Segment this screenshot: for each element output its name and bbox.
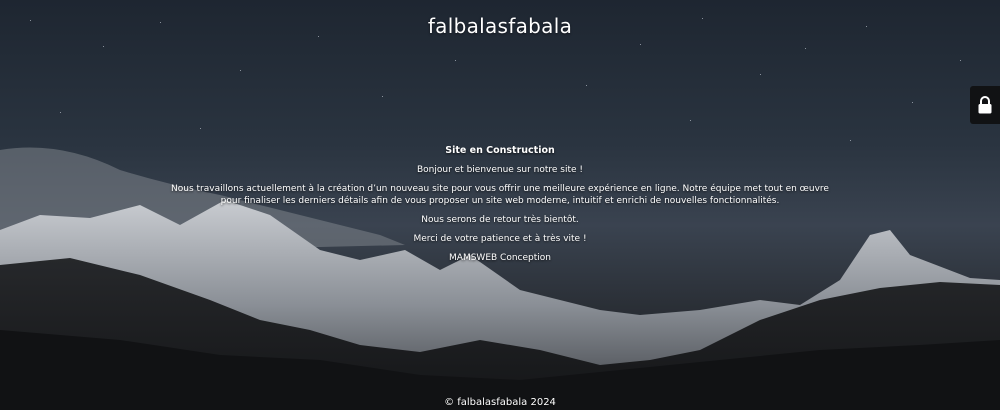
- return-notice: Nous serons de retour très bientôt.: [421, 215, 579, 225]
- signature-text: MAMSWEB Conception: [449, 253, 551, 263]
- description-paragraph: Nous travaillons actuellement à la créat…: [171, 184, 829, 206]
- footer-copyright: © falbalasfabala 2024: [444, 397, 556, 408]
- site-title: falbalasfabala: [427, 14, 573, 38]
- page-background: falbalasfabala Site en Construction Bonj…: [0, 0, 1000, 410]
- construction-message: Site en Construction Bonjour et bienvenu…: [0, 145, 1000, 271]
- login-lock-button[interactable]: [970, 86, 1000, 124]
- greeting-text: Bonjour et bienvenue sur notre site !: [416, 165, 584, 175]
- lock-icon: [978, 96, 992, 114]
- thanks-text: Merci de votre patience et à très vite !: [413, 234, 587, 244]
- construction-heading: Site en Construction: [445, 145, 555, 156]
